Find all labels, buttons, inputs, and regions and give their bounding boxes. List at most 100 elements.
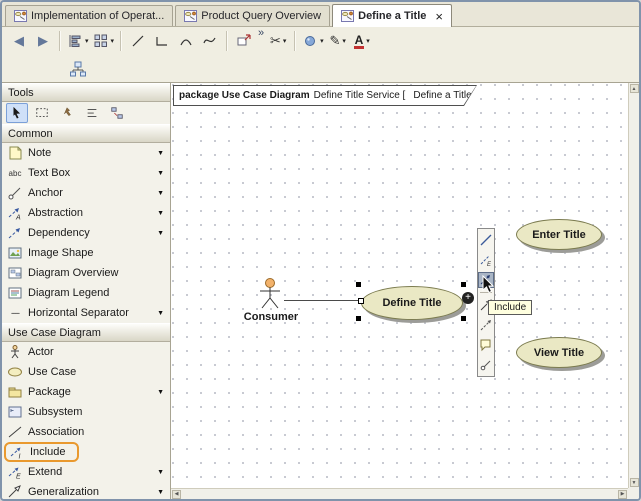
scroll-up-button[interactable]: ▲ bbox=[630, 84, 639, 93]
tab-product-query-overview[interactable]: Product Query Overview bbox=[175, 5, 330, 26]
tab-implementation-of-operations[interactable]: Implementation of Operat... bbox=[5, 5, 173, 26]
svg-text:I: I bbox=[19, 454, 21, 461]
extend-link-button[interactable]: E bbox=[478, 252, 494, 268]
selection-handle-bottom-left[interactable] bbox=[356, 316, 361, 321]
diagram-tab-bar: Implementation of Operat... Product Quer… bbox=[2, 2, 639, 27]
frame-kind: package Use Case Diagram bbox=[179, 90, 310, 101]
toolbar-separator bbox=[120, 31, 122, 51]
oblique-line-icon bbox=[130, 33, 146, 49]
autosize-button[interactable] bbox=[232, 30, 256, 52]
chevron-down-icon[interactable]: ▼ bbox=[157, 489, 165, 496]
use-case-enter-title[interactable]: Enter Title bbox=[516, 219, 602, 250]
association-line[interactable] bbox=[284, 300, 361, 301]
marquee-tool-button[interactable] bbox=[31, 103, 53, 123]
chevron-down-icon[interactable]: ▼ bbox=[157, 310, 165, 317]
align-shapes-button[interactable]: ▾ bbox=[65, 30, 91, 52]
hierarchy-button[interactable] bbox=[66, 58, 90, 80]
frame-context: Define Title Service [ bbox=[314, 90, 406, 101]
chevron-down-icon[interactable]: ▼ bbox=[157, 190, 165, 197]
curved-path-button[interactable] bbox=[174, 30, 198, 52]
spline-path-button[interactable] bbox=[198, 30, 222, 52]
chevron-down-icon[interactable]: ▼ bbox=[157, 469, 165, 476]
toolbar-overflow-icon[interactable]: » bbox=[258, 27, 264, 39]
pen-style-button[interactable]: ✎ ▾ bbox=[326, 30, 350, 52]
sticky-tool-button[interactable] bbox=[56, 103, 78, 123]
palette-item-package[interactable]: Package ▼ bbox=[2, 382, 170, 402]
vertical-scrollbar[interactable]: ▲ ▼ bbox=[628, 83, 639, 488]
diagram-frame-header[interactable]: package Use Case Diagram Define Title Se… bbox=[173, 85, 477, 106]
palette-item-use-case[interactable]: Use Case bbox=[2, 362, 170, 382]
section-title: Use Case Diagram bbox=[8, 327, 101, 339]
oblique-path-button[interactable] bbox=[126, 30, 150, 52]
diagram-canvas[interactable]: package Use Case Diagram Define Title Se… bbox=[171, 83, 639, 499]
align-bars-icon bbox=[85, 106, 99, 120]
palette-item-label: Image Shape bbox=[28, 247, 165, 259]
tab-label: Define a Title bbox=[358, 10, 426, 22]
chevron-down-icon[interactable]: ▼ bbox=[157, 150, 165, 157]
back-button[interactable]: ◀ bbox=[7, 30, 31, 52]
extend-icon: E bbox=[7, 464, 23, 480]
comment-link-button[interactable] bbox=[478, 337, 494, 353]
palette-item-include[interactable]: I Include bbox=[2, 442, 170, 462]
link-endpoint-handle[interactable] bbox=[358, 298, 364, 304]
palette-item-extend[interactable]: E Extend ▼ bbox=[2, 462, 170, 482]
cut-button[interactable]: ✂ ▾ bbox=[266, 30, 290, 52]
frame-bracket-close: ] bbox=[476, 90, 479, 101]
scroll-right-button[interactable]: ▶ bbox=[618, 490, 627, 499]
palette-item-label: Extend bbox=[28, 466, 152, 478]
use-case-view-title[interactable]: View Title bbox=[516, 337, 602, 368]
rectilinear-path-button[interactable] bbox=[150, 30, 174, 52]
palette-item-subsystem[interactable]: Subsystem bbox=[2, 402, 170, 422]
palette-item-note[interactable]: Note ▼ bbox=[2, 143, 170, 163]
palette-item-actor[interactable]: Actor bbox=[2, 342, 170, 362]
selection-handle-top-left[interactable] bbox=[356, 282, 361, 287]
add-related-element-button[interactable]: + bbox=[462, 292, 474, 304]
tab-define-a-title[interactable]: Define a Title × bbox=[332, 4, 452, 27]
forward-button[interactable]: ▶ bbox=[31, 30, 55, 52]
select-tool-button[interactable] bbox=[6, 103, 28, 123]
palette-item-diagram-overview[interactable]: Diagram Overview bbox=[2, 263, 170, 283]
palette-item-label: Use Case bbox=[28, 366, 165, 378]
anchor-link-button[interactable] bbox=[478, 357, 494, 373]
include-tooltip: Include bbox=[488, 300, 532, 315]
dependency-link-icon bbox=[479, 318, 493, 332]
chevron-down-icon: ▾ bbox=[283, 37, 287, 45]
palette-item-text-box[interactable]: abc Text Box ▼ bbox=[2, 163, 170, 183]
subsystem-icon bbox=[7, 404, 23, 420]
close-icon[interactable]: × bbox=[435, 11, 443, 22]
actor-consumer[interactable] bbox=[257, 278, 283, 310]
main-area: Tools Common Note ▼ abc Text Box ▼ bbox=[2, 82, 639, 499]
palette-item-anchor[interactable]: Anchor ▼ bbox=[2, 183, 170, 203]
scroll-left-button[interactable]: ◀ bbox=[172, 490, 181, 499]
chevron-down-icon[interactable]: ▼ bbox=[157, 389, 165, 396]
palette-item-diagram-legend[interactable]: Diagram Legend bbox=[2, 283, 170, 303]
selection-handle-top-right[interactable] bbox=[461, 282, 466, 287]
palette-item-label: Diagram Overview bbox=[28, 267, 165, 279]
effects-button[interactable]: ▾ bbox=[300, 30, 326, 52]
palette-item-association[interactable]: Association bbox=[2, 422, 170, 442]
palette-section-tools[interactable]: Tools bbox=[2, 83, 170, 102]
association-link-button[interactable] bbox=[478, 232, 494, 248]
palette-item-image-shape[interactable]: Image Shape bbox=[2, 243, 170, 263]
palette-item-horizontal-separator[interactable]: ---- Horizontal Separator ▼ bbox=[2, 303, 170, 323]
chevron-down-icon[interactable]: ▼ bbox=[157, 170, 165, 177]
font-color-button[interactable]: A ▾ bbox=[350, 30, 374, 52]
palette-section-use-case-diagram[interactable]: Use Case Diagram bbox=[2, 323, 170, 342]
palette-section-common[interactable]: Common bbox=[2, 124, 170, 143]
palette-item-abstraction[interactable]: A Abstraction ▼ bbox=[2, 203, 170, 223]
scroll-down-button[interactable]: ▼ bbox=[630, 478, 639, 487]
horizontal-scrollbar[interactable]: ◀ ▶ bbox=[171, 488, 628, 499]
chevron-down-icon[interactable]: ▼ bbox=[157, 210, 165, 217]
align-tool-button[interactable] bbox=[81, 103, 103, 123]
scrollbar-corner bbox=[628, 488, 639, 499]
chevron-down-icon[interactable]: ▼ bbox=[157, 230, 165, 237]
selection-handle-bottom-right[interactable] bbox=[461, 316, 466, 321]
chevron-down-icon: ▾ bbox=[342, 37, 346, 45]
grid-layout-button[interactable]: ▾ bbox=[91, 30, 117, 52]
corner-line-icon bbox=[154, 33, 170, 49]
palette-item-dependency[interactable]: Dependency ▼ bbox=[2, 223, 170, 243]
use-case-define-title[interactable]: Define Title bbox=[361, 286, 463, 320]
order-tool-button[interactable] bbox=[106, 103, 128, 123]
dependency-link-button[interactable] bbox=[478, 317, 494, 333]
palette-item-generalization[interactable]: Generalization ▼ bbox=[2, 482, 170, 499]
